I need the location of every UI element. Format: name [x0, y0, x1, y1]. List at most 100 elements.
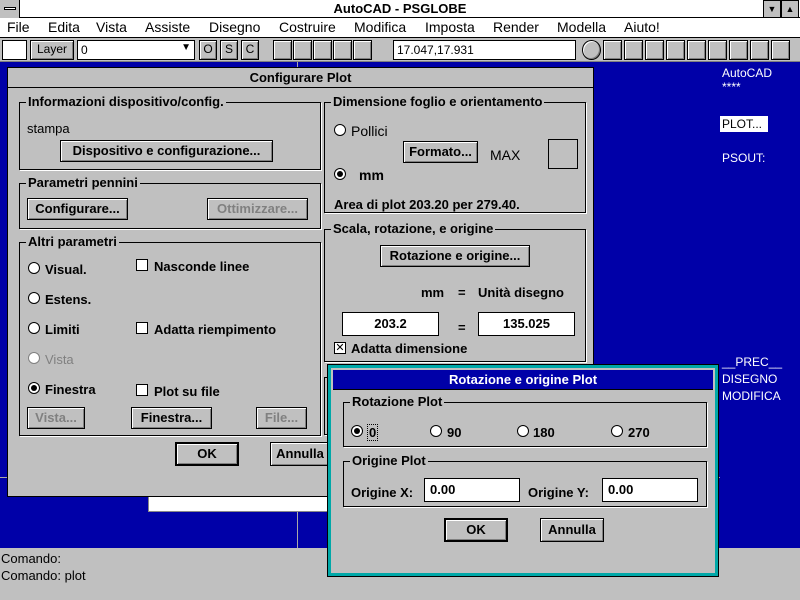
select-icon[interactable] — [353, 40, 372, 60]
menu-costruire[interactable]: Costruire — [279, 19, 336, 35]
menu-modella[interactable]: Modella — [557, 19, 606, 35]
pens-optimize-button[interactable]: Ottimizzare... — [207, 198, 308, 220]
tool-icon-3[interactable] — [645, 40, 664, 60]
radio-finestra[interactable] — [28, 382, 40, 394]
plot-dialog-title: Configurare Plot — [8, 68, 593, 88]
menu-edita[interactable]: Edita — [48, 19, 80, 35]
menu-modifica[interactable]: Modifica — [354, 19, 406, 35]
tool-icon-6[interactable] — [708, 40, 727, 60]
toolbar: Layer 0 ▼ O S C 17.047,17.931 — [0, 38, 800, 62]
radio-pollici[interactable] — [334, 124, 346, 136]
device-name: stampa — [27, 121, 70, 136]
origin-y-label: Origine Y: — [528, 485, 589, 500]
radio-mm-label: mm — [359, 167, 384, 183]
radio-rotation-0-label: 0 — [366, 424, 379, 441]
origin-y-input[interactable]: 0.00 — [602, 478, 698, 502]
color-swatch[interactable] — [2, 40, 27, 60]
screen-menu-header: AutoCAD — [722, 66, 773, 80]
check-hide-lines-label: Nasconde linee — [154, 259, 250, 274]
maximize-icon[interactable]: ▲ — [781, 0, 799, 18]
radio-vista-label: Vista — [45, 352, 74, 367]
radio-rotation-90[interactable] — [430, 425, 442, 437]
orientation-preview — [548, 139, 578, 169]
print-icon[interactable] — [333, 40, 352, 60]
mm-input[interactable]: 203.2 — [342, 312, 439, 336]
rotation-cancel-button[interactable]: Annulla — [540, 518, 604, 542]
max-label: MAX — [490, 147, 521, 163]
menu-imposta[interactable]: Imposta — [425, 19, 475, 35]
open-icon[interactable] — [293, 40, 312, 60]
radio-estens[interactable] — [28, 292, 40, 304]
screen-menu-stars: **** — [722, 80, 741, 94]
cancel-button[interactable]: Annulla — [270, 442, 330, 466]
dropdown-arrow-icon: ▼ — [181, 42, 191, 53]
screen-menu-disegno[interactable]: DISEGNO — [722, 372, 777, 386]
menu-render[interactable]: Render — [493, 19, 539, 35]
vista-button[interactable]: Vista... — [27, 407, 85, 429]
formato-button[interactable]: Formato... — [403, 141, 478, 163]
window-title: AutoCAD - PSGLOBE — [333, 1, 467, 16]
menu-assiste[interactable]: Assiste — [145, 19, 190, 35]
units-input[interactable]: 135.025 — [478, 312, 575, 336]
origin-x-input[interactable]: 0.00 — [424, 478, 520, 502]
menu-file[interactable]: File — [7, 19, 30, 35]
menu-aiuto[interactable]: Aiuto! — [624, 19, 660, 35]
screen-menu-plot[interactable]: PLOT... — [720, 116, 768, 132]
screen-menu-prec[interactable]: __PREC__ — [722, 355, 782, 369]
radio-visual[interactable] — [28, 262, 40, 274]
settings-icon[interactable] — [582, 40, 601, 60]
equals-label-2: = — [458, 320, 466, 335]
device-config-button[interactable]: Dispositivo e configurazione... — [60, 140, 273, 162]
coords-button[interactable]: C — [241, 40, 259, 60]
tool-icon-4[interactable] — [666, 40, 685, 60]
minimize-icon[interactable]: ▼ — [763, 0, 781, 18]
menu-disegno[interactable]: Disegno — [209, 19, 260, 35]
ok-button[interactable]: OK — [175, 442, 239, 466]
tool-icon-1[interactable] — [603, 40, 622, 60]
radio-vista[interactable] — [28, 352, 40, 364]
screen-menu-modifica[interactable]: MODIFICA — [722, 389, 781, 403]
check-fill[interactable] — [136, 322, 148, 334]
radio-mm[interactable] — [334, 168, 346, 180]
other-params-title: Altri parametri — [26, 234, 119, 249]
menu-vista[interactable]: Vista — [96, 19, 127, 35]
grid-icon[interactable] — [273, 40, 292, 60]
snap-button[interactable]: S — [220, 40, 238, 60]
radio-rotation-0[interactable] — [351, 425, 363, 437]
layer-value: 0 — [81, 43, 88, 57]
radio-estens-label: Estens. — [45, 292, 92, 307]
command-line-2: Comando: plot — [1, 568, 86, 583]
radio-rotation-270-label: 270 — [628, 425, 650, 440]
device-group-title: Informazioni dispositivo/config. — [26, 94, 226, 109]
radio-rotation-270[interactable] — [611, 425, 623, 437]
tool-icon-8[interactable] — [750, 40, 769, 60]
coordinates-display: 17.047,17.931 — [393, 40, 576, 60]
rotation-ok-button[interactable]: OK — [444, 518, 508, 542]
layer-button[interactable]: Layer — [30, 40, 74, 60]
command-line-1: Comando: — [1, 551, 61, 566]
pens-configure-button[interactable]: Configurare... — [27, 198, 128, 220]
check-plot-file[interactable] — [136, 384, 148, 396]
finestra-button[interactable]: Finestra... — [131, 407, 212, 429]
check-hide-lines[interactable] — [136, 259, 148, 271]
ortho-button[interactable]: O — [199, 40, 217, 60]
radio-rotation-180[interactable] — [517, 425, 529, 437]
save-icon[interactable] — [313, 40, 332, 60]
layer-select[interactable]: 0 ▼ — [77, 40, 195, 60]
title-bar: AutoCAD - PSGLOBE ▼ ▲ — [0, 0, 800, 18]
file-button[interactable]: File... — [256, 407, 307, 429]
tool-icon-5[interactable] — [687, 40, 706, 60]
rotation-dialog-title: Rotazione e origine Plot — [333, 370, 713, 390]
rotation-origin-button[interactable]: Rotazione e origine... — [380, 245, 530, 267]
check-adapt-size[interactable]: ✕ — [334, 342, 346, 354]
tool-icon-2[interactable] — [624, 40, 643, 60]
rotation-dialog: Rotazione e origine Plot Rotazione Plot … — [328, 365, 718, 576]
menu-bar: File Edita Vista Assiste Disegno Costrui… — [0, 18, 800, 38]
radio-limiti[interactable] — [28, 322, 40, 334]
radio-visual-label: Visual. — [45, 262, 87, 277]
tool-icon-9[interactable] — [771, 40, 790, 60]
check-plot-file-label: Plot su file — [154, 384, 220, 399]
screen-menu-psout[interactable]: PSOUT: — [722, 151, 765, 165]
plot-area-text: Area di plot 203.20 per 279.40. — [334, 197, 520, 212]
tool-icon-7[interactable] — [729, 40, 748, 60]
